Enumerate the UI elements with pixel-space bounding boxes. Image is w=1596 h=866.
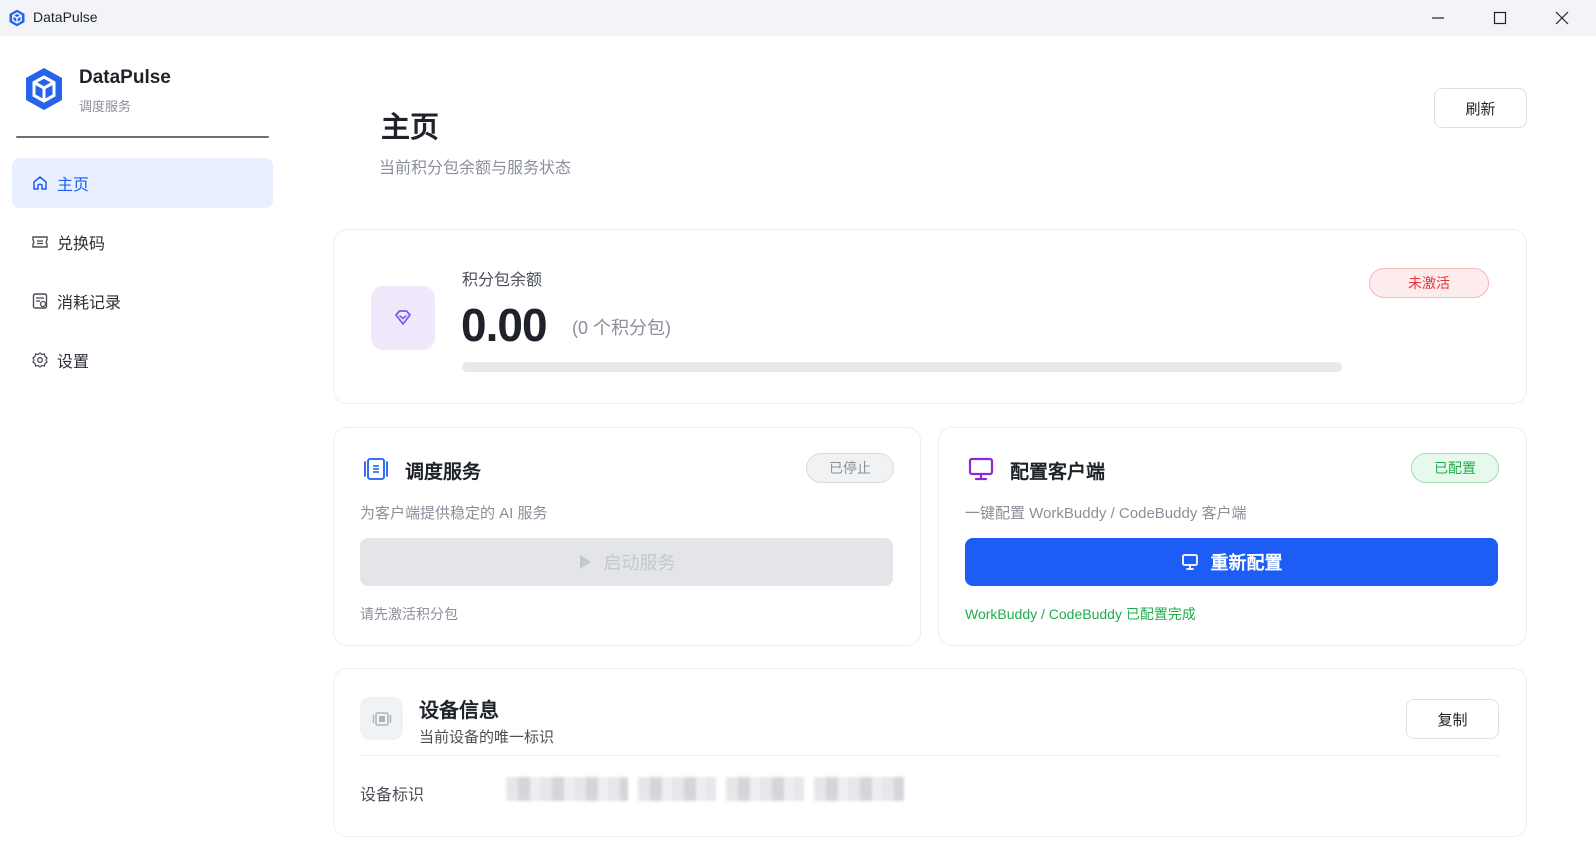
brand-name: DataPulse bbox=[79, 67, 171, 88]
brand-subtitle: 调度服务 bbox=[79, 99, 132, 114]
brand-logo-icon bbox=[26, 68, 62, 110]
client-config-note: WorkBuddy / CodeBuddy 已配置完成 bbox=[965, 606, 1196, 622]
sidebar-item-label: 兑换码 bbox=[57, 236, 106, 253]
copy-button[interactable]: 复制 bbox=[1406, 699, 1499, 739]
close-button[interactable] bbox=[1531, 0, 1593, 36]
sidebar-item-redeem[interactable]: 兑换码 bbox=[12, 217, 273, 267]
page-title: 主页 bbox=[381, 112, 440, 144]
maximize-icon bbox=[1493, 11, 1507, 25]
refresh-button[interactable]: 刷新 bbox=[1434, 88, 1527, 128]
sidebar-item-settings[interactable]: 设置 bbox=[12, 335, 273, 385]
title-bar: DataPulse bbox=[0, 0, 1596, 36]
ticket-icon bbox=[31, 233, 49, 251]
home-icon bbox=[31, 174, 49, 192]
sidebar-item-label: 消耗记录 bbox=[57, 295, 122, 312]
receipt-icon bbox=[31, 292, 49, 310]
play-icon bbox=[578, 554, 592, 570]
sidebar-item-home[interactable]: 主页 bbox=[12, 158, 273, 208]
device-info-card: 设备信息 当前设备的唯一标识 复制 设备标识 bbox=[333, 668, 1527, 837]
minimize-icon bbox=[1432, 17, 1444, 19]
window-title: DataPulse bbox=[33, 9, 98, 25]
sidebar-item-label: 设置 bbox=[57, 354, 90, 371]
status-badge-inactive: 未激活 bbox=[1369, 268, 1489, 298]
close-icon bbox=[1555, 11, 1569, 25]
service-description: 为客户端提供稳定的 AI 服务 bbox=[360, 505, 548, 522]
status-badge-stopped: 已停止 bbox=[806, 453, 894, 483]
client-config-title: 配置客户端 bbox=[1010, 462, 1106, 483]
device-id-value-redacted bbox=[506, 777, 906, 801]
client-config-card: 配置客户端 已配置 一键配置 WorkBuddy / CodeBuddy 客户端… bbox=[938, 427, 1527, 646]
monitor-icon bbox=[968, 457, 994, 481]
gear-icon bbox=[31, 351, 49, 369]
reconfigure-button[interactable]: 重新配置 bbox=[965, 538, 1498, 586]
device-id-label: 设备标识 bbox=[360, 787, 425, 804]
device-info-title: 设备信息 bbox=[419, 700, 499, 722]
sidebar: DataPulse 调度服务 主页 兑换码 消耗记录 设置 bbox=[0, 36, 286, 866]
device-icon bbox=[360, 697, 403, 740]
balance-progress-bar bbox=[462, 362, 1342, 372]
package-count: (0 个积分包) bbox=[572, 318, 671, 338]
start-service-button[interactable]: 启动服务 bbox=[360, 538, 893, 586]
sidebar-item-label: 主页 bbox=[57, 177, 90, 194]
device-divider bbox=[360, 755, 1499, 756]
service-icon bbox=[364, 458, 388, 480]
balance-card: 积分包余额 0.00 (0 个积分包) 未激活 bbox=[333, 229, 1527, 404]
app-logo-icon bbox=[9, 9, 25, 27]
client-config-description: 一键配置 WorkBuddy / CodeBuddy 客户端 bbox=[965, 505, 1247, 522]
start-service-label: 启动服务 bbox=[603, 553, 676, 573]
status-badge-configured: 已配置 bbox=[1411, 453, 1499, 483]
page-subtitle: 当前积分包余额与服务状态 bbox=[379, 160, 572, 177]
monitor-icon bbox=[1181, 553, 1199, 571]
minimize-button[interactable] bbox=[1407, 0, 1469, 36]
maximize-button[interactable] bbox=[1469, 0, 1531, 36]
balance-value: 0.00 bbox=[461, 299, 548, 351]
service-note: 请先激活积分包 bbox=[360, 606, 458, 622]
balance-label: 积分包余额 bbox=[462, 272, 543, 289]
diamond-icon bbox=[371, 286, 435, 350]
service-card: 调度服务 已停止 为客户端提供稳定的 AI 服务 启动服务 请先激活积分包 bbox=[333, 427, 921, 646]
device-info-subtitle: 当前设备的唯一标识 bbox=[419, 729, 555, 746]
sidebar-divider bbox=[16, 136, 269, 138]
reconfigure-label: 重新配置 bbox=[1210, 553, 1283, 573]
sidebar-item-usage-records[interactable]: 消耗记录 bbox=[12, 276, 273, 326]
service-title: 调度服务 bbox=[405, 462, 482, 483]
